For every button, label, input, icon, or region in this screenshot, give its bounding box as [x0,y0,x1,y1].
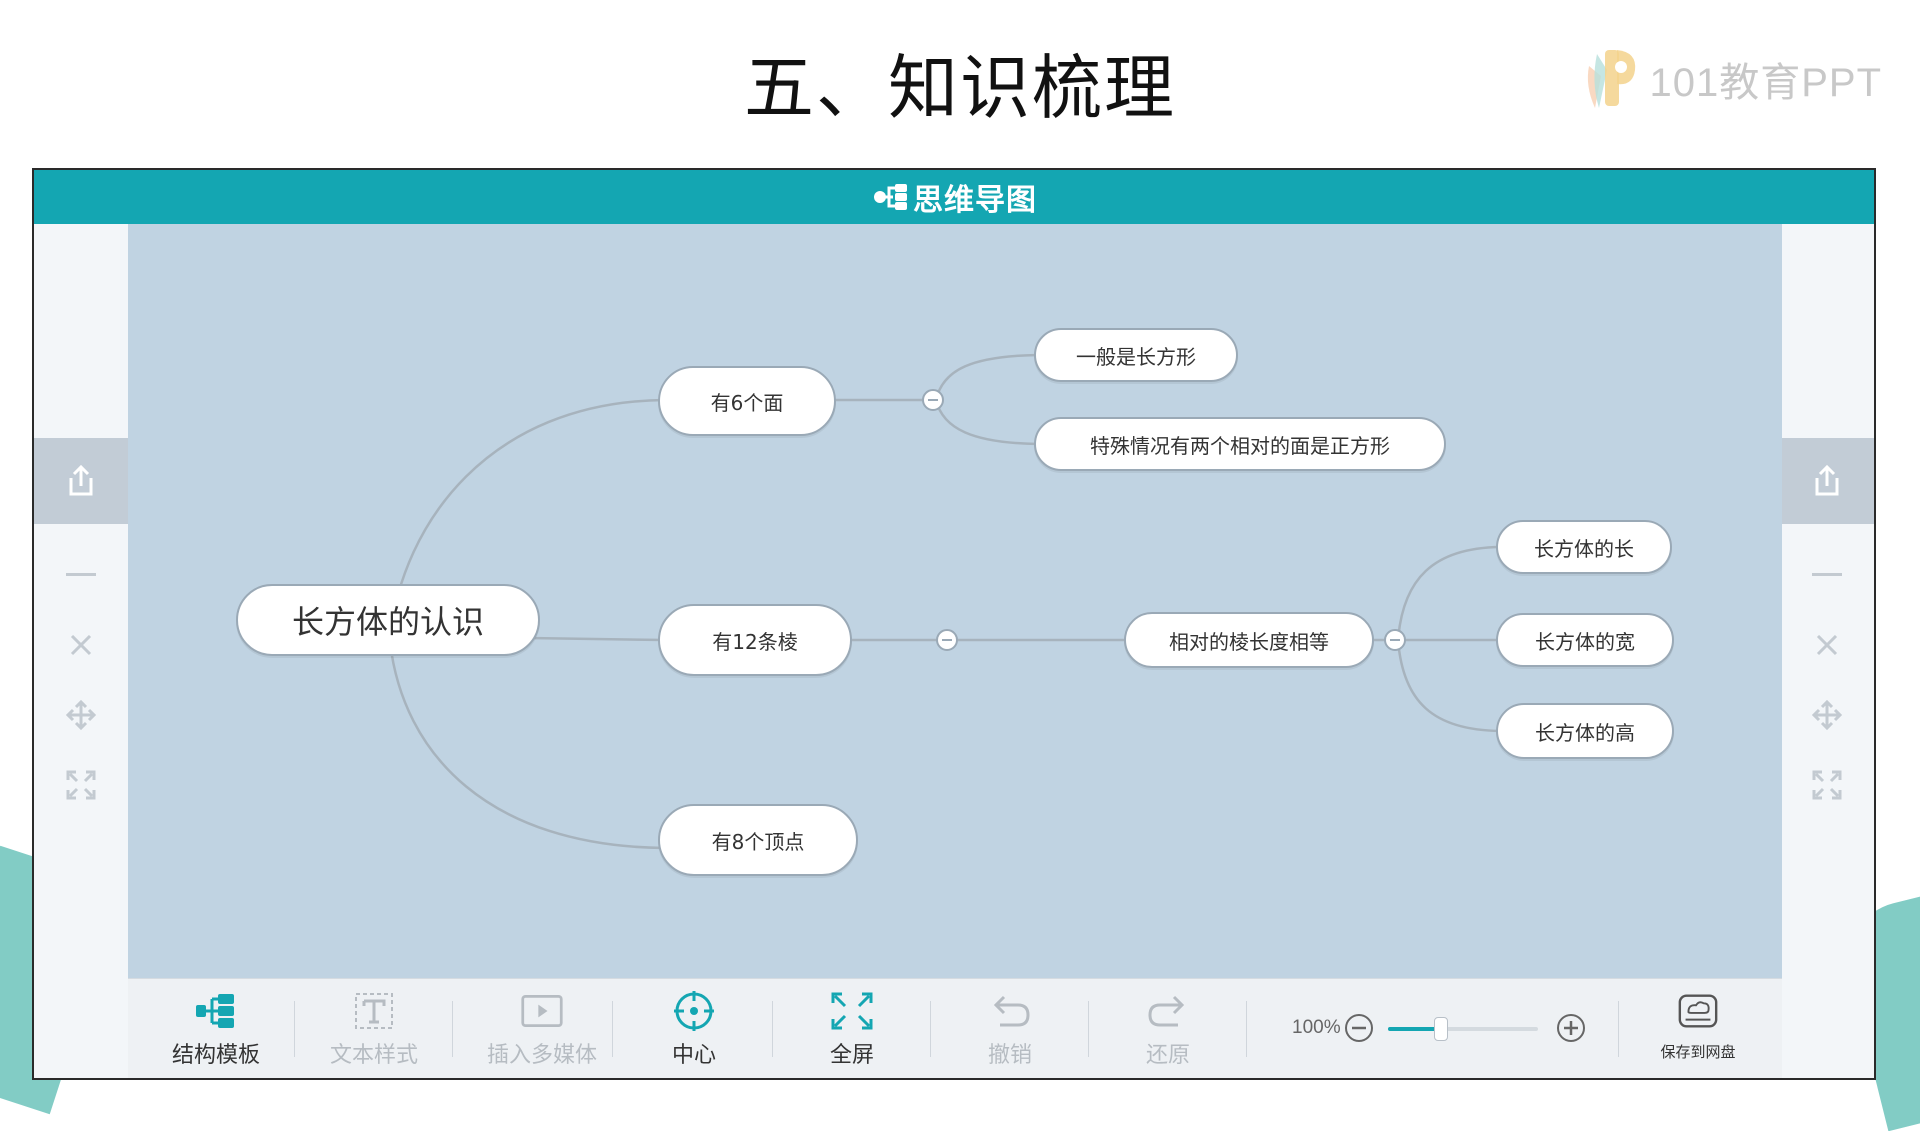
mindmap-app: 思维导图 长方体的认识 有6个面 有12条棱 有8个顶点 一般是长方形 特殊情况… [32,168,1876,1080]
zoom-in-icon [1557,1014,1585,1042]
zoom-slider-fill [1388,1027,1441,1031]
right-side-panel [1780,224,1874,1028]
bottom-toolbar: 结构模板 文本样式 插入多媒体 中心 全屏 撤销 还原 100% 保存到网盘 [128,978,1782,1078]
center-target-icon [674,991,714,1031]
zoom-slider[interactable] [1388,1017,1538,1041]
branch-node-vertices[interactable]: 有8个顶点 [658,804,858,876]
export-icon [69,464,93,496]
fullscreen-button[interactable]: 全屏 [792,989,912,1073]
redo-label: 还原 [1145,1043,1190,1068]
insert-media-button[interactable]: 插入多媒体 [472,989,612,1073]
branch-node-faces[interactable]: 有6个面 [658,366,836,436]
zoom-in-button[interactable] [1556,1013,1586,1043]
collapse-toggle-equal[interactable] [1384,629,1406,651]
connector-length [1396,545,1501,641]
fit-icon [66,770,96,800]
root-node[interactable]: 长方体的认识 [236,584,540,656]
close-button-right[interactable] [1780,620,1874,670]
text-style-button[interactable]: 文本样式 [314,989,434,1073]
structure-template-label: 结构模板 [171,1043,260,1068]
text-style-icon [355,993,393,1029]
zoom-out-icon [1345,1014,1373,1042]
fullscreen-label: 全屏 [829,1043,874,1068]
brand-text: 101教育PPT [1649,61,1882,105]
undo-label: 撤销 [987,1043,1032,1068]
mindmap-logo-icon [874,184,907,210]
app-header: 思维导图 [34,170,1874,224]
redo-icon [1148,995,1185,1027]
node-opposite-edges-equal[interactable]: 相对的棱长度相等 [1124,612,1374,668]
export-icon [1815,464,1839,496]
minus-icon [1812,573,1842,576]
toolbar-divider [1618,1001,1619,1057]
toolbar-divider [1088,1001,1089,1057]
structure-template-icon [196,994,234,1028]
brand-logo-group: 101教育PPT [1581,44,1882,114]
leaf-node-rectangle[interactable]: 一般是长方形 [1034,328,1238,382]
leaf-node-height[interactable]: 长方体的高 [1496,703,1674,759]
cloud-drive-icon [1678,994,1718,1028]
toolbar-divider [930,1001,931,1057]
fit-icon [1812,770,1842,800]
center-button[interactable]: 中心 [634,989,754,1073]
connector-faces-child1 [934,353,1039,401]
fit-button-left[interactable] [34,760,128,810]
zoom-out-button[interactable] [1344,1013,1374,1043]
brand-logo-icon [1581,46,1639,112]
left-side-panel [34,224,128,1028]
move-icon [1811,699,1843,731]
fit-button-right[interactable] [1780,760,1874,810]
collapse-toggle-faces[interactable] [922,389,944,411]
minus-icon [66,573,96,576]
app-title: 思维导图 [913,183,1037,218]
branch-node-edges[interactable]: 有12条棱 [658,604,852,676]
fullscreen-icon [831,992,873,1030]
undo-button[interactable]: 撤销 [950,989,1070,1073]
export-button-right[interactable] [1780,438,1874,524]
leaf-node-length[interactable]: 长方体的长 [1496,520,1672,574]
insert-media-label: 插入多媒体 [486,1043,597,1068]
toolbar-divider [452,1001,453,1057]
close-button-left[interactable] [34,620,128,670]
export-button-left[interactable] [34,438,128,524]
toolbar-divider [612,1001,613,1057]
save-to-cloud-button[interactable]: 保存到网盘 [1638,989,1758,1073]
insert-media-icon [521,994,563,1028]
center-label: 中心 [671,1043,716,1068]
connector-faces-child2 [934,399,1039,446]
toolbar-divider [1246,1001,1247,1057]
collapse-toggle-edges[interactable] [936,629,958,651]
toolbar-divider [294,1001,295,1057]
leaf-node-width[interactable]: 长方体的宽 [1496,613,1674,667]
toolbar-divider [772,1001,773,1057]
connector-height [1396,639,1501,733]
move-icon [65,699,97,731]
minus-button-right[interactable] [1780,550,1874,600]
text-style-label: 文本样式 [329,1043,418,1068]
minus-button-left[interactable] [34,550,128,600]
undo-icon [993,995,1030,1027]
zoom-slider-thumb[interactable] [1433,1017,1448,1041]
save-to-cloud-label: 保存到网盘 [1660,1043,1736,1061]
move-button-right[interactable] [1780,690,1874,740]
connector-root-vertices [388,641,665,850]
close-icon [1816,634,1838,656]
mindmap-canvas[interactable]: 长方体的认识 有6个面 有12条棱 有8个顶点 一般是长方形 特殊情况有两个相对… [128,224,1782,978]
redo-button[interactable]: 还原 [1108,989,1228,1073]
zoom-level-text: 100% [1292,1017,1341,1038]
structure-template-button[interactable]: 结构模板 [156,989,276,1073]
close-icon [70,634,92,656]
connector-root-edges [527,636,665,642]
leaf-node-square[interactable]: 特殊情况有两个相对的面是正方形 [1034,417,1446,471]
move-button-left[interactable] [34,690,128,740]
